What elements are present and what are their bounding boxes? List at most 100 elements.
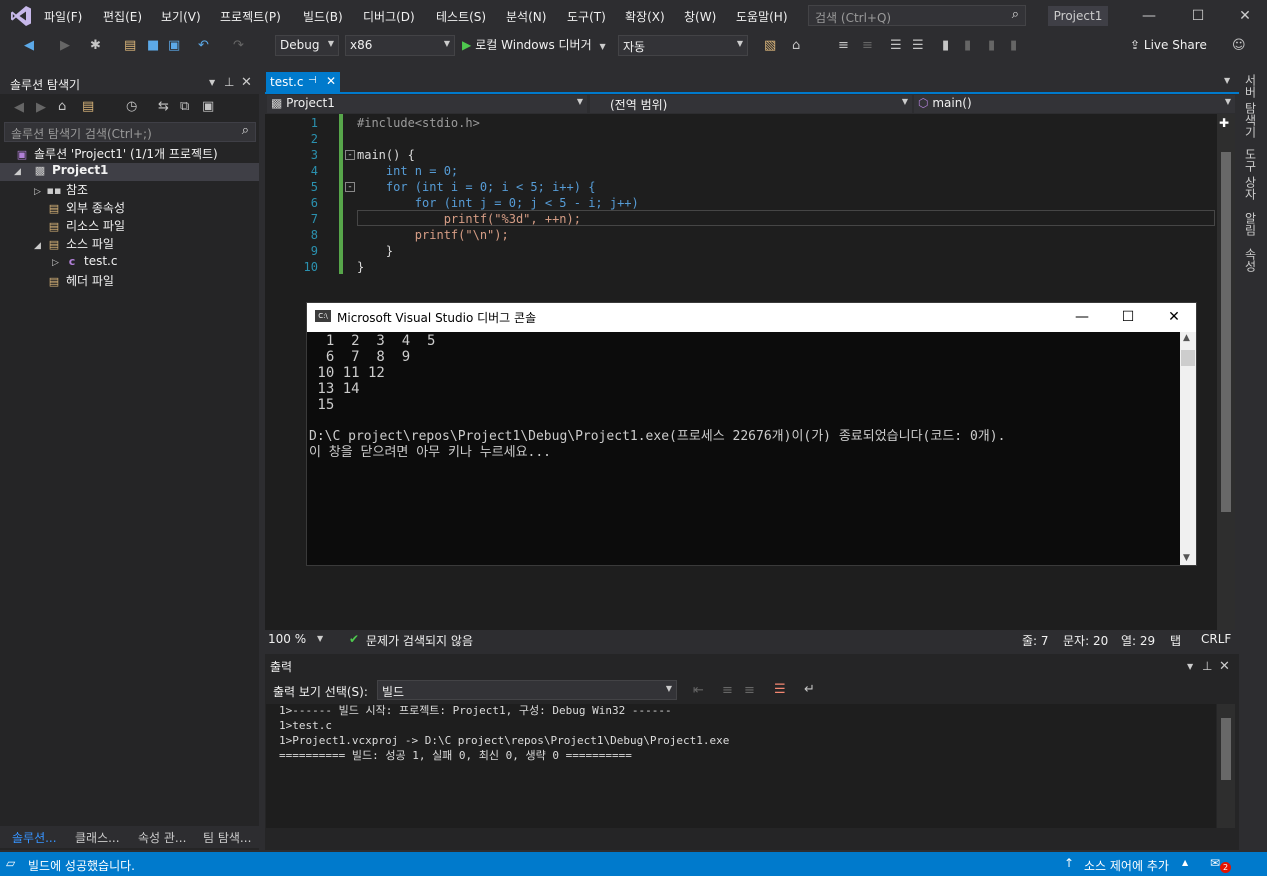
menu-extensions[interactable]: 확장(X) (625, 8, 665, 25)
notification-bell-icon[interactable]: ✉ (1210, 856, 1220, 870)
close-icon[interactable]: ✕ (1233, 6, 1257, 26)
pin-icon[interactable]: ⊣ (308, 75, 317, 86)
output-source-select[interactable]: 빌드 ▼ (377, 680, 677, 700)
collapse-icon[interactable]: - (345, 182, 355, 192)
scrollbar-thumb[interactable] (1181, 350, 1195, 366)
pin-icon[interactable]: ⊥ (224, 75, 234, 89)
menu-analyze[interactable]: 분석(N) (506, 8, 546, 25)
menu-view[interactable]: 보기(V) (161, 8, 201, 25)
collapse-all-icon[interactable]: ⧉ (180, 99, 189, 114)
indent-icon[interactable]: ≡ (838, 38, 849, 53)
chevron-up-icon[interactable]: ▲ (1182, 858, 1188, 867)
minimize-icon[interactable]: — (1137, 6, 1161, 26)
undo-icon[interactable]: ↶ (198, 38, 209, 53)
collapse-icon[interactable]: - (345, 150, 355, 160)
menu-build[interactable]: 빌드(B) (303, 8, 343, 25)
prev-bookmark-icon[interactable]: ▮ (964, 38, 971, 53)
feedback-icon[interactable]: ☺ (1232, 38, 1246, 53)
minimize-icon[interactable]: — (1067, 307, 1097, 327)
menu-tools[interactable]: 도구(T) (567, 8, 606, 25)
source-control-button[interactable]: 소스 제어에 추가 (1084, 857, 1169, 874)
open-folder-icon[interactable]: ▤ (124, 38, 136, 53)
new-project-icon[interactable]: ✱ (90, 38, 101, 53)
search-input[interactable]: 검색 (Ctrl+Q) ⌕ (808, 5, 1026, 26)
editor-scrollbar[interactable] (1217, 114, 1235, 630)
tab-team-explorer[interactable]: 팀 탐색... (203, 829, 251, 846)
solution-search-input[interactable]: 솔루션 탐색기 검색(Ctrl+;) ⌕ (4, 122, 256, 142)
member-nav-select[interactable]: ⬡ main() ▼ (914, 95, 1235, 113)
run-mode-select[interactable]: 자동 ▼ (618, 35, 748, 56)
pending-changes-icon[interactable]: ◷ (126, 99, 137, 114)
bookmark-icon[interactable]: ▮ (942, 38, 949, 53)
close-icon[interactable]: ✕ (1159, 307, 1189, 327)
scroll-up-icon[interactable]: ▲ (1183, 333, 1190, 343)
tab-solution-explorer[interactable]: 솔루션... (12, 829, 57, 846)
home-icon[interactable]: ⌂ (792, 38, 800, 53)
live-share-button[interactable]: ⇪ Live Share (1130, 38, 1207, 52)
pin-icon[interactable]: ⊥ (1202, 659, 1212, 673)
save-all-icon[interactable]: ▣ (168, 38, 180, 53)
start-debugging-button[interactable]: ▶ 로컬 Windows 디버거 ▼ (462, 36, 606, 56)
home-icon[interactable]: ⌂ (58, 99, 66, 114)
scrollbar-thumb[interactable] (1221, 152, 1231, 512)
redo-icon[interactable]: ↷ (233, 38, 244, 53)
save-icon[interactable]: ■ (147, 38, 159, 53)
next-bookmark-icon[interactable]: ▮ (988, 38, 995, 53)
tab-toolbox[interactable]: 도구 상자 (1242, 148, 1259, 200)
scroll-down-icon[interactable]: ▼ (1183, 553, 1190, 563)
close-icon[interactable]: ✕ (1219, 659, 1230, 674)
output-scrollbar[interactable] (1217, 704, 1235, 828)
config-select[interactable]: Debug ▼ (275, 35, 339, 56)
switch-views-icon[interactable]: ▤ (82, 99, 94, 114)
chevron-down-icon[interactable]: ▼ (317, 634, 323, 643)
split-icon[interactable]: ✚ (1219, 116, 1229, 130)
close-icon[interactable]: ✕ (241, 75, 252, 90)
back-icon[interactable]: ◀ (24, 38, 34, 53)
prev-message-icon[interactable]: ≡ (722, 683, 733, 698)
output-text-area[interactable] (266, 704, 1216, 828)
tree-item-test-c[interactable]: ▷ c test.c (52, 254, 117, 272)
chevron-down-icon[interactable]: ▼ (1224, 76, 1230, 85)
tree-item-references[interactable]: ▷ ▪▪ 참조 (34, 181, 88, 199)
maximize-icon[interactable]: ☐ (1186, 6, 1210, 26)
next-message-icon[interactable]: ≡ (744, 683, 755, 698)
maximize-icon[interactable]: ☐ (1113, 307, 1143, 327)
comment-icon[interactable]: ☰ (890, 38, 902, 53)
tab-class-view[interactable]: 클래스... (75, 829, 120, 846)
clear-bookmarks-icon[interactable]: ▮ (1010, 38, 1017, 53)
tab-server-explorer[interactable]: 서버 탐색기 (1242, 74, 1259, 138)
menu-file[interactable]: 파일(F) (44, 8, 82, 25)
tab-test-c[interactable]: test.c ⊣ ✕ (266, 72, 340, 93)
platform-select[interactable]: x86 ▼ (345, 35, 455, 56)
forward-icon[interactable]: ▶ (60, 38, 70, 53)
issues-status[interactable]: 문제가 검색되지 않음 (366, 632, 473, 649)
tab-properties[interactable]: 속성 (1242, 248, 1259, 272)
chevron-down-icon[interactable]: ▼ (1187, 662, 1193, 671)
tree-item-header-files[interactable]: ▤ 헤더 파일 (46, 272, 114, 290)
clear-all-icon[interactable]: ☰ (774, 682, 786, 697)
console-scrollbar[interactable]: ▲ ▼ (1180, 332, 1196, 565)
zoom-level[interactable]: 100 % (268, 632, 306, 646)
menu-test[interactable]: 테스트(S) (436, 8, 486, 25)
scrollbar-thumb[interactable] (1221, 718, 1231, 780)
console-title-bar[interactable]: C:\ Microsoft Visual Studio 디버그 콘솔 — ☐ ✕ (307, 303, 1196, 332)
menu-window[interactable]: 창(W) (684, 8, 716, 25)
tree-item-project[interactable]: ◢ ▩ Project1 (0, 163, 259, 181)
browse-icon[interactable]: ▧ (764, 38, 776, 53)
show-all-files-icon[interactable]: ▣ (202, 99, 214, 114)
close-icon[interactable]: ✕ (326, 74, 336, 88)
word-wrap-icon[interactable]: ↵ (804, 682, 815, 697)
chevron-down-icon[interactable]: ▼ (209, 78, 215, 87)
menu-debug[interactable]: 디버그(D) (363, 8, 415, 25)
project-nav-select[interactable]: ▩ Project1 ▼ (267, 95, 587, 113)
tree-item-resource-files[interactable]: ▤ 리소스 파일 (46, 217, 125, 235)
menu-help[interactable]: 도움말(H) (736, 8, 788, 25)
tab-notifications[interactable]: 알림 (1242, 212, 1259, 236)
tab-property-manager[interactable]: 속성 관... (138, 829, 186, 846)
tree-item-external-deps[interactable]: ▤ 외부 종속성 (46, 199, 125, 217)
uncomment-icon[interactable]: ☰ (912, 38, 924, 53)
menu-project[interactable]: 프로젝트(P) (220, 8, 281, 25)
tree-item-source-files[interactable]: ◢ ▤ 소스 파일 (34, 235, 114, 253)
scope-nav-select[interactable]: (전역 범위) ▼ (590, 95, 912, 113)
goto-message-icon[interactable]: ⇤ (693, 683, 704, 698)
